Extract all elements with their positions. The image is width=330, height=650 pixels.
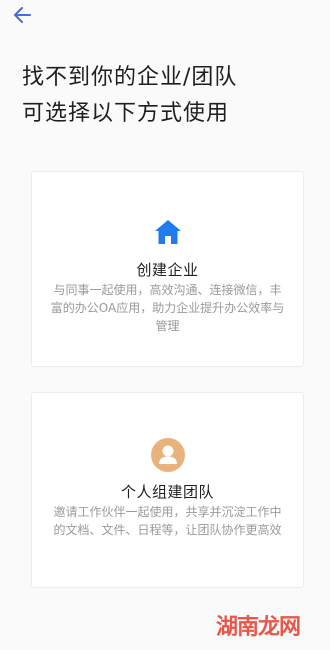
- page-title: 找不到你的企业/团队 可选择以下方式使用: [22, 60, 237, 132]
- page-title-line-2: 可选择以下方式使用: [22, 101, 230, 126]
- create-enterprise-description: 与同事一起使用，高效沟通、连接微信，丰富的办公OA应用，助力企业提升办公效率与管…: [50, 283, 285, 333]
- create-team-title: 个人组建团队: [120, 483, 214, 501]
- home-icon: [154, 220, 181, 244]
- arrow-left-icon: [14, 7, 31, 23]
- create-team-card[interactable]: 个人组建团队 邀请工作伙伴一起使用，共享并沉淀工作中的文档、文件、日程等，让团队…: [31, 392, 304, 588]
- page-title-line-1: 找不到你的企业/团队: [22, 65, 238, 90]
- create-team-description: 邀请工作伙伴一起使用，共享并沉淀工作中的文档、文件、日程等，让团队协作更高效: [53, 505, 282, 537]
- person-icon: [150, 438, 185, 472]
- create-enterprise-card[interactable]: 创建企业 与同事一起使用，高效沟通、连接微信，丰富的办公OA应用，助力企业提升办…: [31, 171, 304, 367]
- back-button[interactable]: [8, 2, 36, 28]
- site-watermark: 湖南龙网: [215, 615, 301, 640]
- create-enterprise-title: 创建企业: [136, 261, 199, 279]
